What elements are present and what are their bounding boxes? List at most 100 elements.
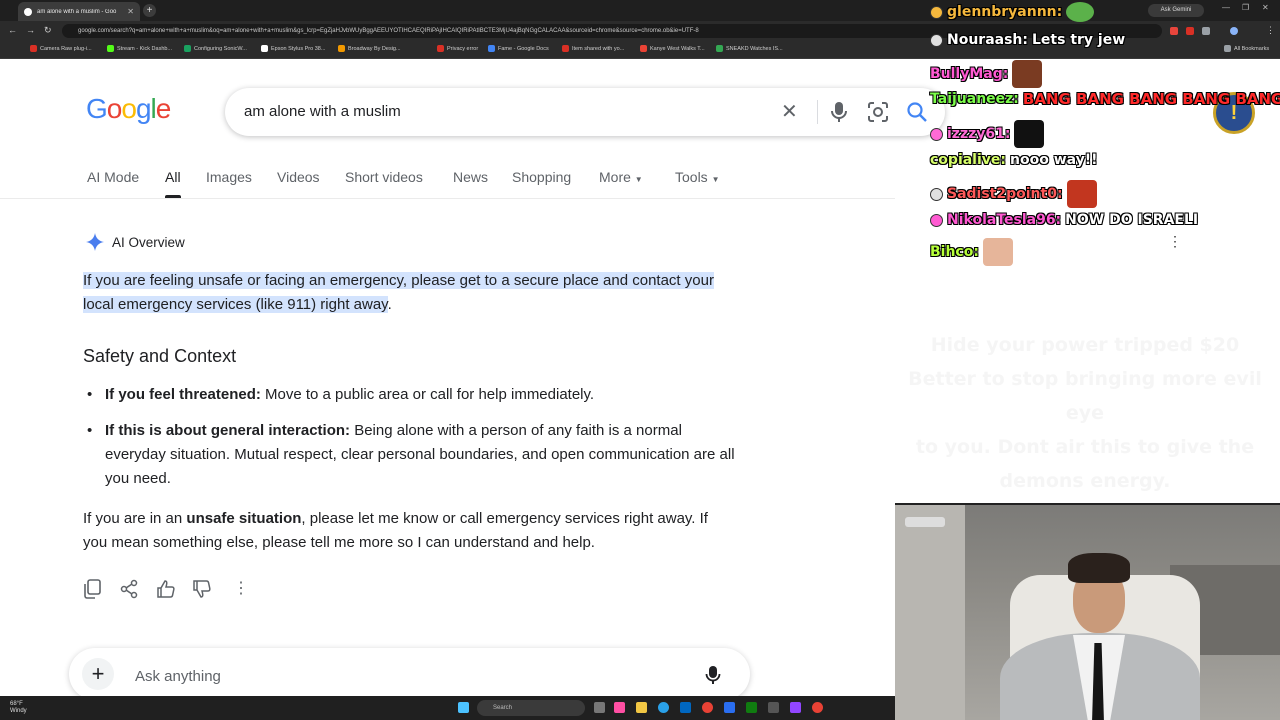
chat-badge-icon [930, 33, 943, 47]
thumbs-up-icon[interactable] [156, 579, 176, 599]
twitch-icon[interactable] [790, 702, 801, 713]
stream-chat-overlay: glennbryannn: Nouraash: Lets try jew Bul… [928, 0, 1280, 270]
angry-emote-icon [1066, 180, 1097, 208]
tab-tools-label: Tools [675, 169, 708, 185]
logo-letter: e [155, 93, 172, 124]
new-tab-button[interactable]: + [143, 4, 156, 17]
logo-letter: G [86, 93, 108, 124]
chrome-icon[interactable] [702, 702, 713, 713]
tab-tools[interactable]: Tools ▼ [675, 169, 720, 185]
bookmark-item[interactable]: Privacy error [437, 45, 478, 52]
bullet-list: If you feel threatened: Move to a public… [83, 383, 743, 503]
tab-more-label: More [599, 169, 631, 185]
search-icon[interactable] [906, 101, 928, 123]
store-icon[interactable] [680, 702, 691, 713]
ask-anything-bar[interactable]: + Ask anything [69, 648, 750, 700]
panther-emote-icon [1014, 120, 1045, 148]
app-icon[interactable] [724, 702, 735, 713]
share-icon[interactable] [120, 579, 138, 599]
chat-message: copialive: nooo way!! [930, 152, 1098, 168]
webcam-wall [895, 505, 965, 720]
thumbs-down-icon[interactable] [192, 579, 212, 599]
tab-videos[interactable]: Videos [277, 169, 320, 185]
xbox-icon[interactable] [746, 702, 757, 713]
chat-badge-icon [930, 213, 943, 227]
file-explorer-icon[interactable] [636, 702, 647, 713]
chat-username: BullyMag: [930, 66, 1009, 82]
donation-alert-ghost: Hide your power tripped $20 Better to st… [890, 328, 1280, 498]
tabs-divider [0, 198, 895, 199]
bookmark-item[interactable]: Camera Raw plug-i... [30, 45, 92, 52]
taskbar: 68°F Windy Search [0, 696, 895, 720]
clear-search-icon[interactable]: ✕ [781, 99, 798, 124]
back-icon[interactable]: ← [8, 25, 17, 35]
tab-short-videos[interactable]: Short videos [345, 169, 423, 185]
tab-shopping[interactable]: Shopping [512, 169, 571, 185]
bookmark-item[interactable]: Item shared with yo... [562, 45, 624, 52]
chrome-icon[interactable] [812, 702, 823, 713]
section-heading: Safety and Context [83, 346, 237, 366]
start-icon[interactable] [458, 702, 469, 713]
chat-text: BANG BANG BANG BANG BANG [1022, 90, 1280, 108]
reload-icon[interactable]: ↻ [44, 25, 52, 36]
search-input[interactable]: am alone with a muslim [244, 103, 401, 120]
search-divider [817, 100, 818, 124]
chat-message: Sadist2point0: [930, 180, 1097, 208]
gemini-sparkle-icon [86, 233, 104, 251]
ai-overview-label: AI Overview [112, 234, 185, 250]
tab-images[interactable]: Images [206, 169, 252, 185]
close-tab-icon[interactable]: ✕ [127, 7, 134, 16]
face-emote-icon [982, 238, 1013, 266]
search-box[interactable]: am alone with a muslim ✕ [225, 88, 945, 136]
caret-down-icon: ▼ [711, 175, 720, 184]
taskbar-search[interactable]: Search [477, 700, 585, 716]
bookmark-item[interactable]: Fame - Google Docs [488, 45, 549, 52]
copy-icon[interactable] [83, 579, 101, 599]
bookmark-item[interactable]: Configuring SonicW... [184, 45, 247, 52]
ghost-line: demons energy. [999, 470, 1171, 492]
chat-username: izzzy61: [947, 126, 1011, 142]
face-emote-icon [1012, 60, 1043, 88]
bookmark-item[interactable]: SNEAKD Watches IS... [716, 45, 783, 52]
app-icon[interactable] [768, 702, 779, 713]
chat-text: Lets try jew [1032, 32, 1126, 48]
chat-username: Taijuaneez: [930, 91, 1019, 107]
tab-ai-mode[interactable]: AI Mode [87, 169, 139, 185]
copilot-icon[interactable] [614, 702, 625, 713]
highlighted-text[interactable]: If you are feeling unsafe or facing an e… [83, 272, 714, 313]
more-options-icon[interactable]: ⋮ [233, 578, 249, 598]
tab-news[interactable]: News [453, 169, 488, 185]
ask-anything-input[interactable]: Ask anything [135, 668, 221, 685]
chat-message: izzzy61: [930, 120, 1045, 148]
add-button[interactable]: + [82, 658, 114, 690]
google-favicon-icon [24, 7, 32, 16]
bullet-bold: If you feel threatened: [105, 386, 261, 403]
voice-search-icon[interactable] [829, 101, 849, 123]
chat-username: glennbryannn: [947, 4, 1063, 20]
forward-icon[interactable]: → [26, 25, 35, 35]
weather-widget[interactable]: 68°F Windy [10, 701, 27, 715]
chat-badge-icon [930, 5, 943, 19]
tab-title: am alone with a muslim - Goo [37, 8, 117, 15]
lens-icon[interactable] [867, 101, 889, 123]
bookmark-item[interactable]: Broadway By Desig... [338, 45, 401, 52]
chat-message: NikolaTesla96: NOW DO ISRAELI [930, 212, 1198, 228]
edge-icon[interactable] [658, 702, 669, 713]
bookmark-item[interactable]: Kanye West Walks T... [640, 45, 705, 52]
tab-all[interactable]: All [165, 169, 181, 198]
chat-text: nooo way!! [1010, 152, 1098, 168]
screen: am alone with a muslim - Goo ✕ + Ask Gem… [0, 0, 1280, 720]
para-text: If you are in an [83, 510, 187, 527]
bookmark-item[interactable]: Epson Stylus Pro 38... [261, 45, 325, 52]
task-view-icon[interactable] [594, 702, 605, 713]
google-logo[interactable]: Google [86, 93, 172, 125]
bullet-text: Move to a public area or call for help i… [260, 386, 595, 403]
tab-more[interactable]: More ▼ [599, 169, 643, 185]
bookmark-item[interactable]: Stream - Kick Dashb... [107, 45, 172, 52]
chat-text: NOW DO ISRAELI [1065, 212, 1199, 228]
chat-badge-icon [930, 187, 943, 201]
caret-down-icon: ▼ [634, 175, 643, 184]
browser-tab[interactable]: am alone with a muslim - Goo ✕ [18, 2, 140, 21]
microphone-icon[interactable] [705, 665, 721, 685]
ghost-line: Hide your power tripped $20 [930, 334, 1240, 356]
